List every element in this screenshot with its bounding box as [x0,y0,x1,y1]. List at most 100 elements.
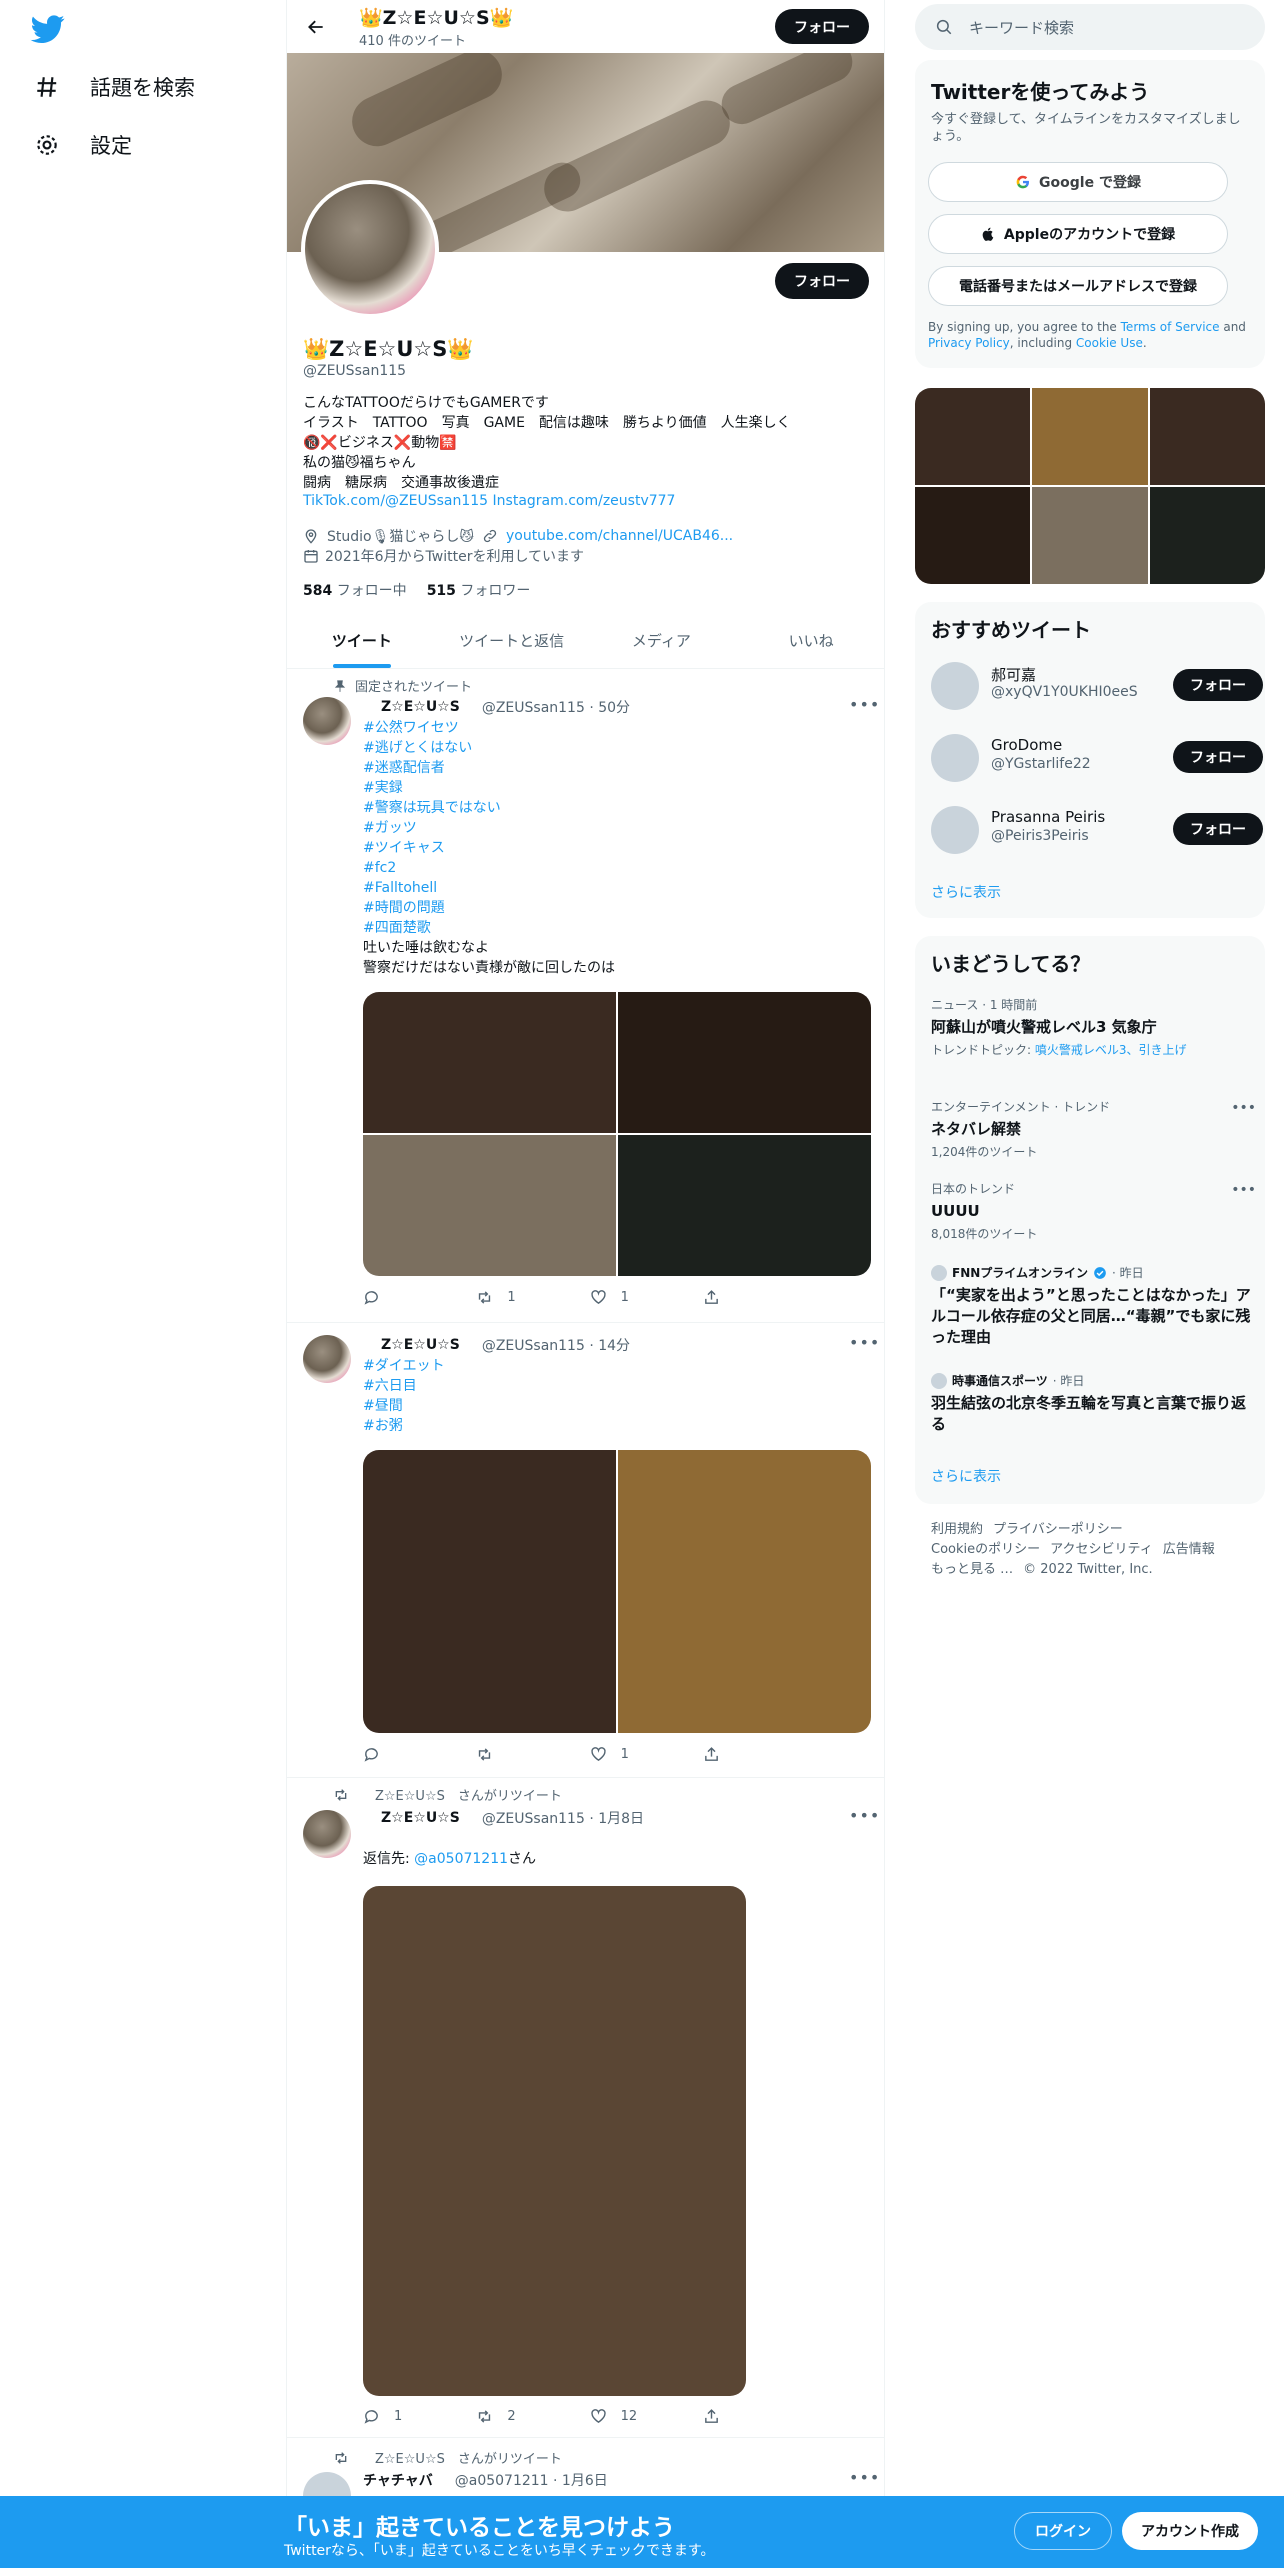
tweet-author-name[interactable]: Z☆E☆U☆S [363,1337,460,1353]
tweet-item[interactable]: 固定されたツイート Z☆E☆U☆S @ZEUSsan115 · 50分 ••• … [287,669,884,1323]
rec-follow-button[interactable]: フォロー [1173,669,1263,701]
media-image[interactable] [618,1450,871,1733]
tab-tweets[interactable]: ツイート [287,614,437,668]
tweet-handle-time[interactable]: @ZEUSsan115 · 50分 [482,697,630,717]
avatar[interactable] [931,806,979,854]
reply-button[interactable] [363,1746,463,1763]
tweet-media[interactable] [363,1450,871,1733]
media-image[interactable] [363,1450,616,1733]
profile-website-link[interactable]: youtube.com/channel/UCAB46... [506,528,733,544]
tab-likes[interactable]: いいね [736,614,884,668]
trend-item[interactable]: 日本のトレンド UUUU 8,018件のツイート ••• [931,1180,1256,1242]
rec-follow-button[interactable]: フォロー [1173,813,1263,845]
search-input[interactable]: キーワード検索 [915,4,1265,50]
twitter-bird-icon[interactable] [30,12,66,46]
tweet-handle-time[interactable]: @ZEUSsan115 · 1月8日 [482,1808,644,1828]
reply-to-link[interactable]: @a05071211 [414,1851,508,1867]
tweet-item[interactable]: Z☆E☆U☆S さんがリツイート Z☆E☆U☆S @ZEUSsan115 · 1… [287,1778,884,2438]
rec-follow-button[interactable]: フォロー [1173,741,1263,773]
grid-photo[interactable] [1032,487,1148,584]
tweet-handle-time[interactable]: @a05071211 · 1月6日 [455,2470,608,2490]
retweet-button[interactable] [476,1746,576,1763]
tweet-avatar[interactable] [303,1810,351,1858]
reply-button[interactable]: 1 [363,2408,463,2425]
avatar[interactable] [931,734,979,782]
phone-email-signup-button[interactable]: 電話番号またはメールアドレスで登録 [928,266,1228,306]
header-follow-button[interactable]: フォロー [775,9,869,44]
share-button[interactable] [703,2408,803,2425]
grid-photo[interactable] [1149,388,1265,485]
media-image[interactable] [363,1135,616,1276]
tab-media[interactable]: メディア [587,614,737,668]
sidebar-item-explore[interactable]: 話題を検索 [34,72,195,102]
more-icon[interactable]: ••• [849,1806,880,1825]
media-image[interactable] [618,1135,871,1276]
share-button[interactable] [703,1746,803,1763]
rec-account[interactable]: 郝可嘉 @xyQV1Y0UKHI0eeS フォロー [931,660,1263,712]
grid-photo[interactable] [1032,388,1148,485]
retweet-button[interactable]: 2 [476,2408,576,2425]
more-icon[interactable]: ••• [849,2468,880,2487]
footer-link[interactable]: アクセシビリティ [1050,1542,1153,1557]
profile-follow-button[interactable]: フォロー [775,263,869,299]
instagram-link[interactable]: Instagram.com/zeustv777 [493,493,676,509]
terms-link[interactable]: Terms of Service [1121,320,1220,334]
footer-link[interactable]: プライバシーポリシー [993,1522,1123,1537]
retweet-button[interactable]: 1 [476,1289,576,1306]
reply-button[interactable] [363,1289,463,1306]
tweet-handle-time[interactable]: @ZEUSsan115 · 14分 [482,1335,630,1355]
create-account-button[interactable]: アカウント作成 [1122,2512,1258,2550]
tweet-hashtags[interactable]: #ダイエット #六日目 #昼間 #お粥 [363,1356,445,1436]
google-signup-button[interactable]: Google で登録 [928,162,1228,202]
footer-link[interactable]: Cookieのポリシー [931,1542,1040,1557]
tweet-avatar[interactable] [303,1335,351,1383]
apple-signup-button[interactable]: Appleのアカウントで登録 [928,214,1228,254]
more-icon[interactable]: ••• [849,1333,880,1352]
grid-photo[interactable] [1149,487,1265,584]
recs-show-more-link[interactable]: さらに表示 [931,882,1001,902]
trend-item[interactable]: エンターテインメント · トレンド ネタバレ解禁 1,204件のツイート ••• [931,1098,1256,1160]
grid-photo[interactable] [915,487,1031,584]
tweet-media[interactable] [363,992,871,1276]
tweet-item[interactable]: Z☆E☆U☆S さんがリツイート チャチャバ @a05071211 · 1月6日… [287,2438,884,2500]
sidebar-item-settings[interactable]: 設定 [34,130,132,160]
rec-account[interactable]: GroDome @YGstarlife22 フォロー [931,732,1263,784]
more-icon[interactable]: ••• [849,695,880,714]
trend-item[interactable]: ニュース · 1 時間前 阿蘇山が噴火警戒レベル3 気象庁 トレンドトピック: … [931,996,1256,1058]
avatar[interactable] [931,662,979,710]
trend-topic-link[interactable]: 噴火警戒レベル3、引き上げ [1035,1043,1187,1057]
tweet-avatar[interactable] [303,697,351,745]
tiktok-link[interactable]: TikTok.com/@ZEUSsan115 [303,493,488,509]
like-button[interactable]: 1 [590,1289,690,1306]
like-button[interactable]: 1 [590,1746,690,1763]
tweet-author-name[interactable]: チャチャバ [363,2470,433,2490]
footer-link[interactable]: 広告情報 [1163,1542,1215,1557]
media-image[interactable] [363,1886,746,2396]
more-icon[interactable]: ••• [1231,1182,1256,1198]
media-image[interactable] [363,992,616,1133]
tweet-author-name[interactable]: Z☆E☆U☆S [363,1810,460,1826]
following-stat[interactable]: 584 フォロー中 [303,580,407,600]
rec-account[interactable]: Prasanna Peiris @Peiris3Peiris フォロー [931,804,1263,856]
tweet-media[interactable] [363,1886,746,2396]
media-image[interactable] [618,992,871,1133]
privacy-link[interactable]: Privacy Policy [928,336,1010,350]
news-item[interactable]: FNNプライムオンライン · 昨日 「“実家を出よう”と思ったことはなかった」ア… [931,1264,1256,1348]
more-icon[interactable]: ••• [1231,1100,1256,1116]
footer-link[interactable]: 利用規約 [931,1522,983,1537]
tweet-author-name[interactable]: Z☆E☆U☆S [363,699,460,715]
trends-show-more-link[interactable]: さらに表示 [931,1466,1001,1486]
footer-more-link[interactable]: もっと見る … [931,1562,1013,1577]
followers-stat[interactable]: 515 フォロワー [427,580,531,600]
cookie-link[interactable]: Cookie Use [1076,336,1143,350]
news-item[interactable]: 時事通信スポーツ · 昨日 羽生結弦の北京冬季五輪を写真と言葉で振り返る [931,1372,1256,1435]
like-button[interactable]: 12 [590,2408,690,2425]
profile-avatar[interactable] [301,180,439,318]
grid-photo[interactable] [915,388,1031,485]
tweet-item[interactable]: Z☆E☆U☆S @ZEUSsan115 · 14分 ••• #ダイエット #六日… [287,1323,884,1778]
tweet-hashtags[interactable]: #公然ワイセツ #逃げとくはない #迷惑配信者 #実録 #警察は玩具ではない #… [363,718,501,938]
share-button[interactable] [703,1289,803,1306]
login-button[interactable]: ログイン [1014,2512,1112,2550]
back-arrow-icon[interactable] [301,12,331,42]
tab-tweets-and-replies[interactable]: ツイートと返信 [437,614,587,668]
